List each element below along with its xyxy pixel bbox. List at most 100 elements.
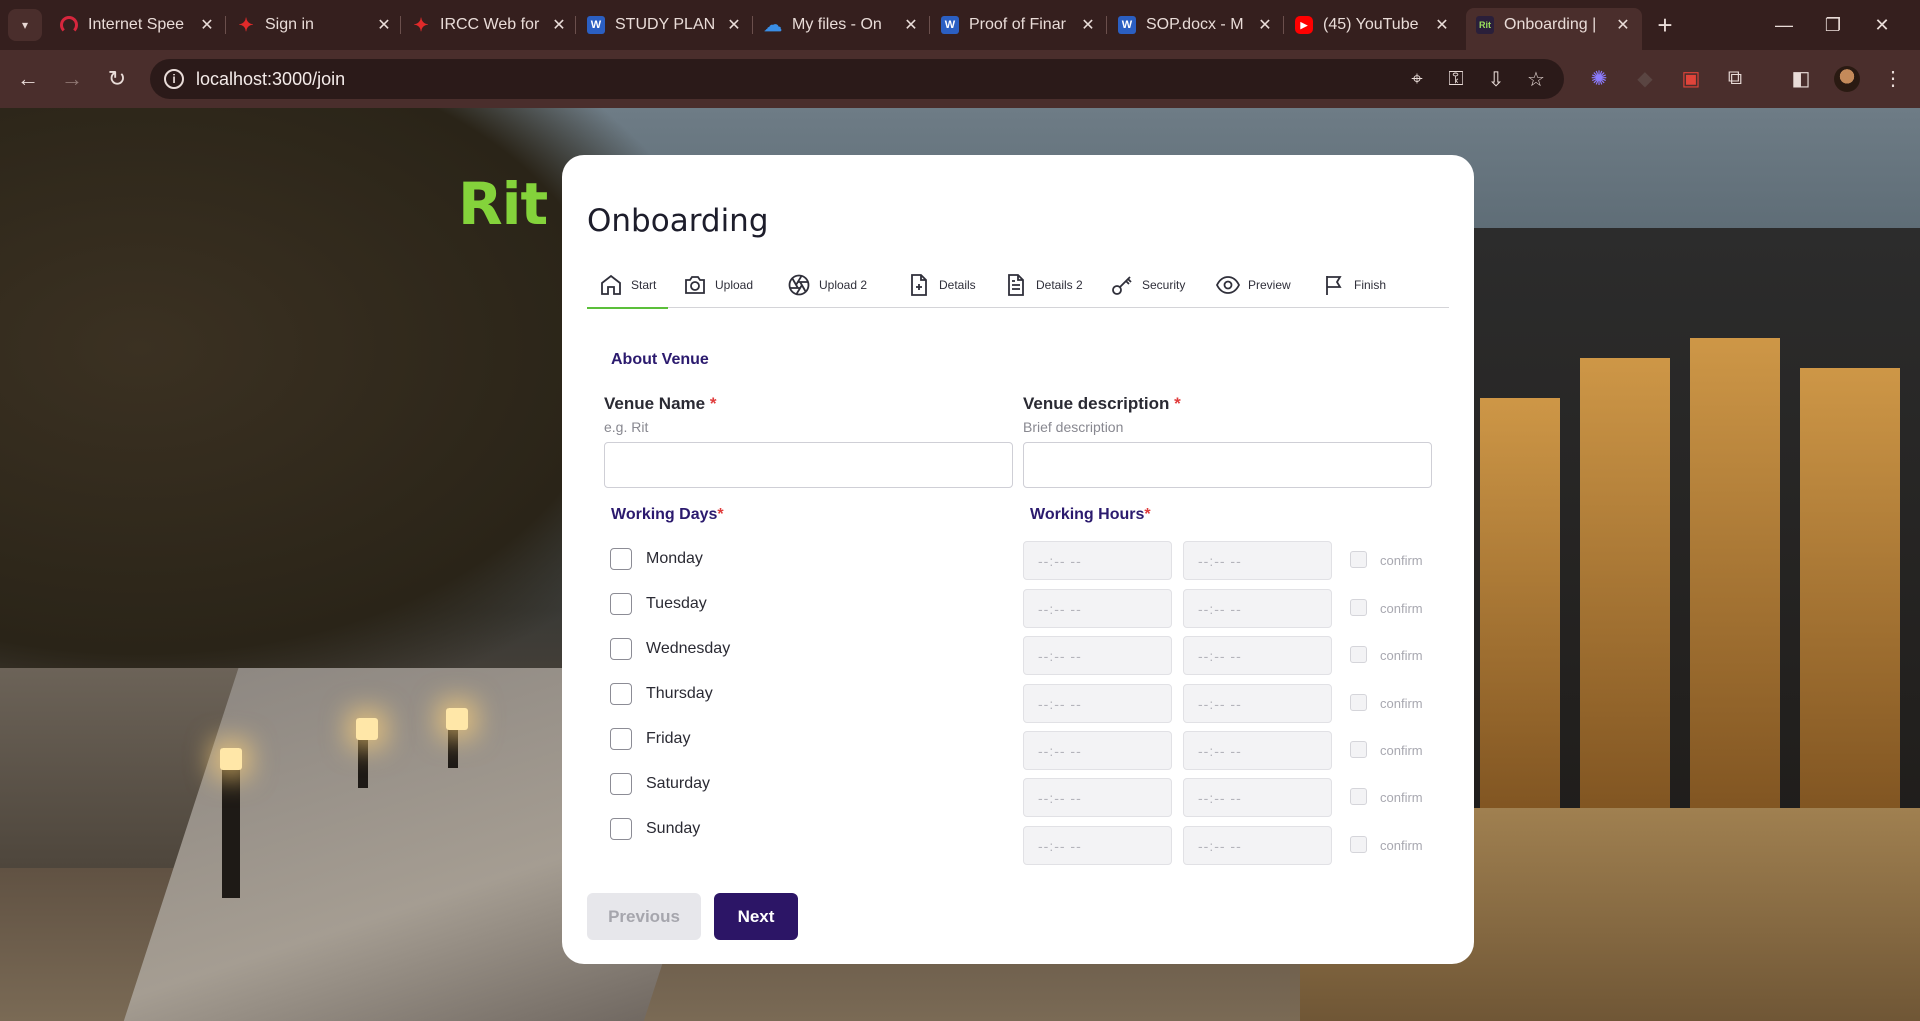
open-time-input-tuesday[interactable]: --:-- -- [1023,589,1172,628]
day-label: Sunday [646,820,701,837]
day-row-thursday: Thursday [610,679,713,709]
section-about-venue: About Venue [611,351,709,368]
restore-button[interactable]: ❐ [1813,8,1853,42]
close-time-input-thursday[interactable]: --:-- -- [1183,684,1332,723]
extensions-puzzle-icon[interactable]: ⧉ [1722,65,1748,91]
step-tab-security[interactable]: Security [1098,262,1197,308]
day-row-tuesday: Tuesday [610,589,707,619]
day-checkbox-thursday[interactable] [610,683,632,705]
bookmark-star-icon[interactable]: ☆ [1524,67,1548,91]
confirm-label: confirm [1380,601,1423,616]
next-button[interactable]: Next [714,893,798,940]
open-time-input-monday[interactable]: --:-- -- [1023,541,1172,580]
confirm-checkbox-saturday[interactable] [1350,788,1367,805]
close-icon[interactable]: ✕ [902,15,920,35]
onedrive-icon: ☁ [764,14,782,35]
back-button[interactable]: ← [12,63,44,95]
password-key-icon[interactable]: ⚿ [1444,67,1468,91]
open-time-input-friday[interactable]: --:-- -- [1023,731,1172,770]
step-tab-preview[interactable]: Preview [1204,262,1303,308]
address-bar[interactable]: i localhost:3000/join ⌖ ⚿ ⇩ ☆ [150,59,1564,99]
close-icon[interactable]: ✕ [550,15,568,35]
close-icon[interactable]: ✕ [1433,15,1451,35]
close-icon[interactable]: ✕ [198,15,216,35]
browser-tab-bar: ▾ Internet Spee ✕ ✦ Sign in ✕ ✦ IRCC Web… [0,0,1920,50]
side-panel-icon[interactable]: ◧ [1788,65,1814,91]
tab-title: STUDY PLAN [615,16,716,33]
browser-tab-youtube[interactable]: ▶ (45) YouTube ✕ [1285,8,1461,42]
browser-tab-onboarding[interactable]: Rit Onboarding | ✕ [1466,8,1642,50]
venue-name-input[interactable] [604,442,1013,488]
confirm-checkbox-sunday[interactable] [1350,836,1367,853]
profile-avatar[interactable] [1834,66,1860,92]
confirm-label: confirm [1380,696,1423,711]
close-icon[interactable]: ✕ [1614,15,1632,35]
browser-tab-my-files[interactable]: ☁ My files - On ✕ [754,8,930,42]
venue-description-input[interactable] [1023,442,1432,488]
open-time-input-thursday[interactable]: --:-- -- [1023,684,1172,723]
tab-search-button[interactable]: ▾ [8,9,42,41]
close-icon[interactable]: ✕ [375,15,393,35]
step-tab-start[interactable]: Start [587,262,669,309]
tab-title: SOP.docx - M [1146,16,1244,33]
day-checkbox-monday[interactable] [610,548,632,570]
browser-tab-sign-in[interactable]: ✦ Sign in ✕ [227,8,403,42]
extension-dark-icon[interactable]: ◆ [1632,65,1658,91]
browser-toolbar: ← → ↻ i localhost:3000/join ⌖ ⚿ ⇩ ☆ ✺ ◆ … [0,50,1920,108]
install-app-icon[interactable]: ⇩ [1484,67,1508,91]
open-time-input-wednesday[interactable]: --:-- -- [1023,636,1172,675]
confirm-checkbox-friday[interactable] [1350,741,1367,758]
reload-button[interactable]: ↻ [101,63,133,95]
close-time-input-wednesday[interactable]: --:-- -- [1183,636,1332,675]
previous-button[interactable]: Previous [587,893,701,940]
file-plus-icon [911,274,927,296]
close-time-input-tuesday[interactable]: --:-- -- [1183,589,1332,628]
close-icon[interactable]: ✕ [1256,15,1274,35]
step-tab-details-2[interactable]: Details 2 [992,262,1095,308]
browser-tab-ircc[interactable]: ✦ IRCC Web for ✕ [402,8,578,42]
venue-name-label: Venue Name * [604,394,717,413]
close-time-input-friday[interactable]: --:-- -- [1183,731,1332,770]
eye-icon [1216,276,1240,294]
location-pin-icon[interactable]: ⌖ [1405,67,1429,91]
browser-tab-study-plan[interactable]: W STUDY PLAN ✕ [577,8,753,42]
close-time-input-monday[interactable]: --:-- -- [1183,541,1332,580]
close-icon[interactable]: ✕ [1079,15,1097,35]
day-checkbox-tuesday[interactable] [610,593,632,615]
extension-red-icon[interactable]: ▣ [1678,65,1704,91]
step-tab-details[interactable]: Details [895,262,988,308]
tab-title: Onboarding | [1504,16,1597,33]
browser-tab-internet-speed[interactable]: Internet Spee ✕ [50,8,226,42]
browser-tab-sop[interactable]: W SOP.docx - M ✕ [1108,8,1284,42]
browser-tab-proof-of-finance[interactable]: W Proof of Finar ✕ [931,8,1107,42]
step-tab-finish[interactable]: Finish [1310,262,1398,308]
forward-button[interactable]: → [56,63,88,95]
close-icon[interactable]: ✕ [725,15,743,35]
confirm-checkbox-thursday[interactable] [1350,694,1367,711]
step-label: Details [939,278,976,292]
open-time-input-saturday[interactable]: --:-- -- [1023,778,1172,817]
close-time-input-saturday[interactable]: --:-- -- [1183,778,1332,817]
new-tab-button[interactable]: + [1650,10,1680,40]
day-checkbox-sunday[interactable] [610,818,632,840]
url-text[interactable]: localhost:3000/join [196,69,345,90]
browser-menu-icon[interactable]: ⋮ [1880,65,1906,91]
day-checkbox-friday[interactable] [610,728,632,750]
site-info-icon[interactable]: i [164,69,184,89]
required-mark: * [709,394,717,413]
open-time-input-sunday[interactable]: --:-- -- [1023,826,1172,865]
word-icon: W [1118,16,1136,34]
confirm-checkbox-wednesday[interactable] [1350,646,1367,663]
day-checkbox-wednesday[interactable] [610,638,632,660]
step-tab-upload-2[interactable]: Upload 2 [775,262,879,308]
confirm-checkbox-monday[interactable] [1350,551,1367,568]
day-row-wednesday: Wednesday [610,634,730,664]
venue-name-hint: e.g. Rit [604,419,649,435]
step-tab-upload[interactable]: Upload [671,262,765,308]
day-checkbox-saturday[interactable] [610,773,632,795]
confirm-checkbox-tuesday[interactable] [1350,599,1367,616]
minimize-button[interactable]: — [1764,8,1804,42]
close-window-button[interactable]: ✕ [1862,8,1902,42]
extension-spark-icon[interactable]: ✺ [1586,65,1612,91]
close-time-input-sunday[interactable]: --:-- -- [1183,826,1332,865]
